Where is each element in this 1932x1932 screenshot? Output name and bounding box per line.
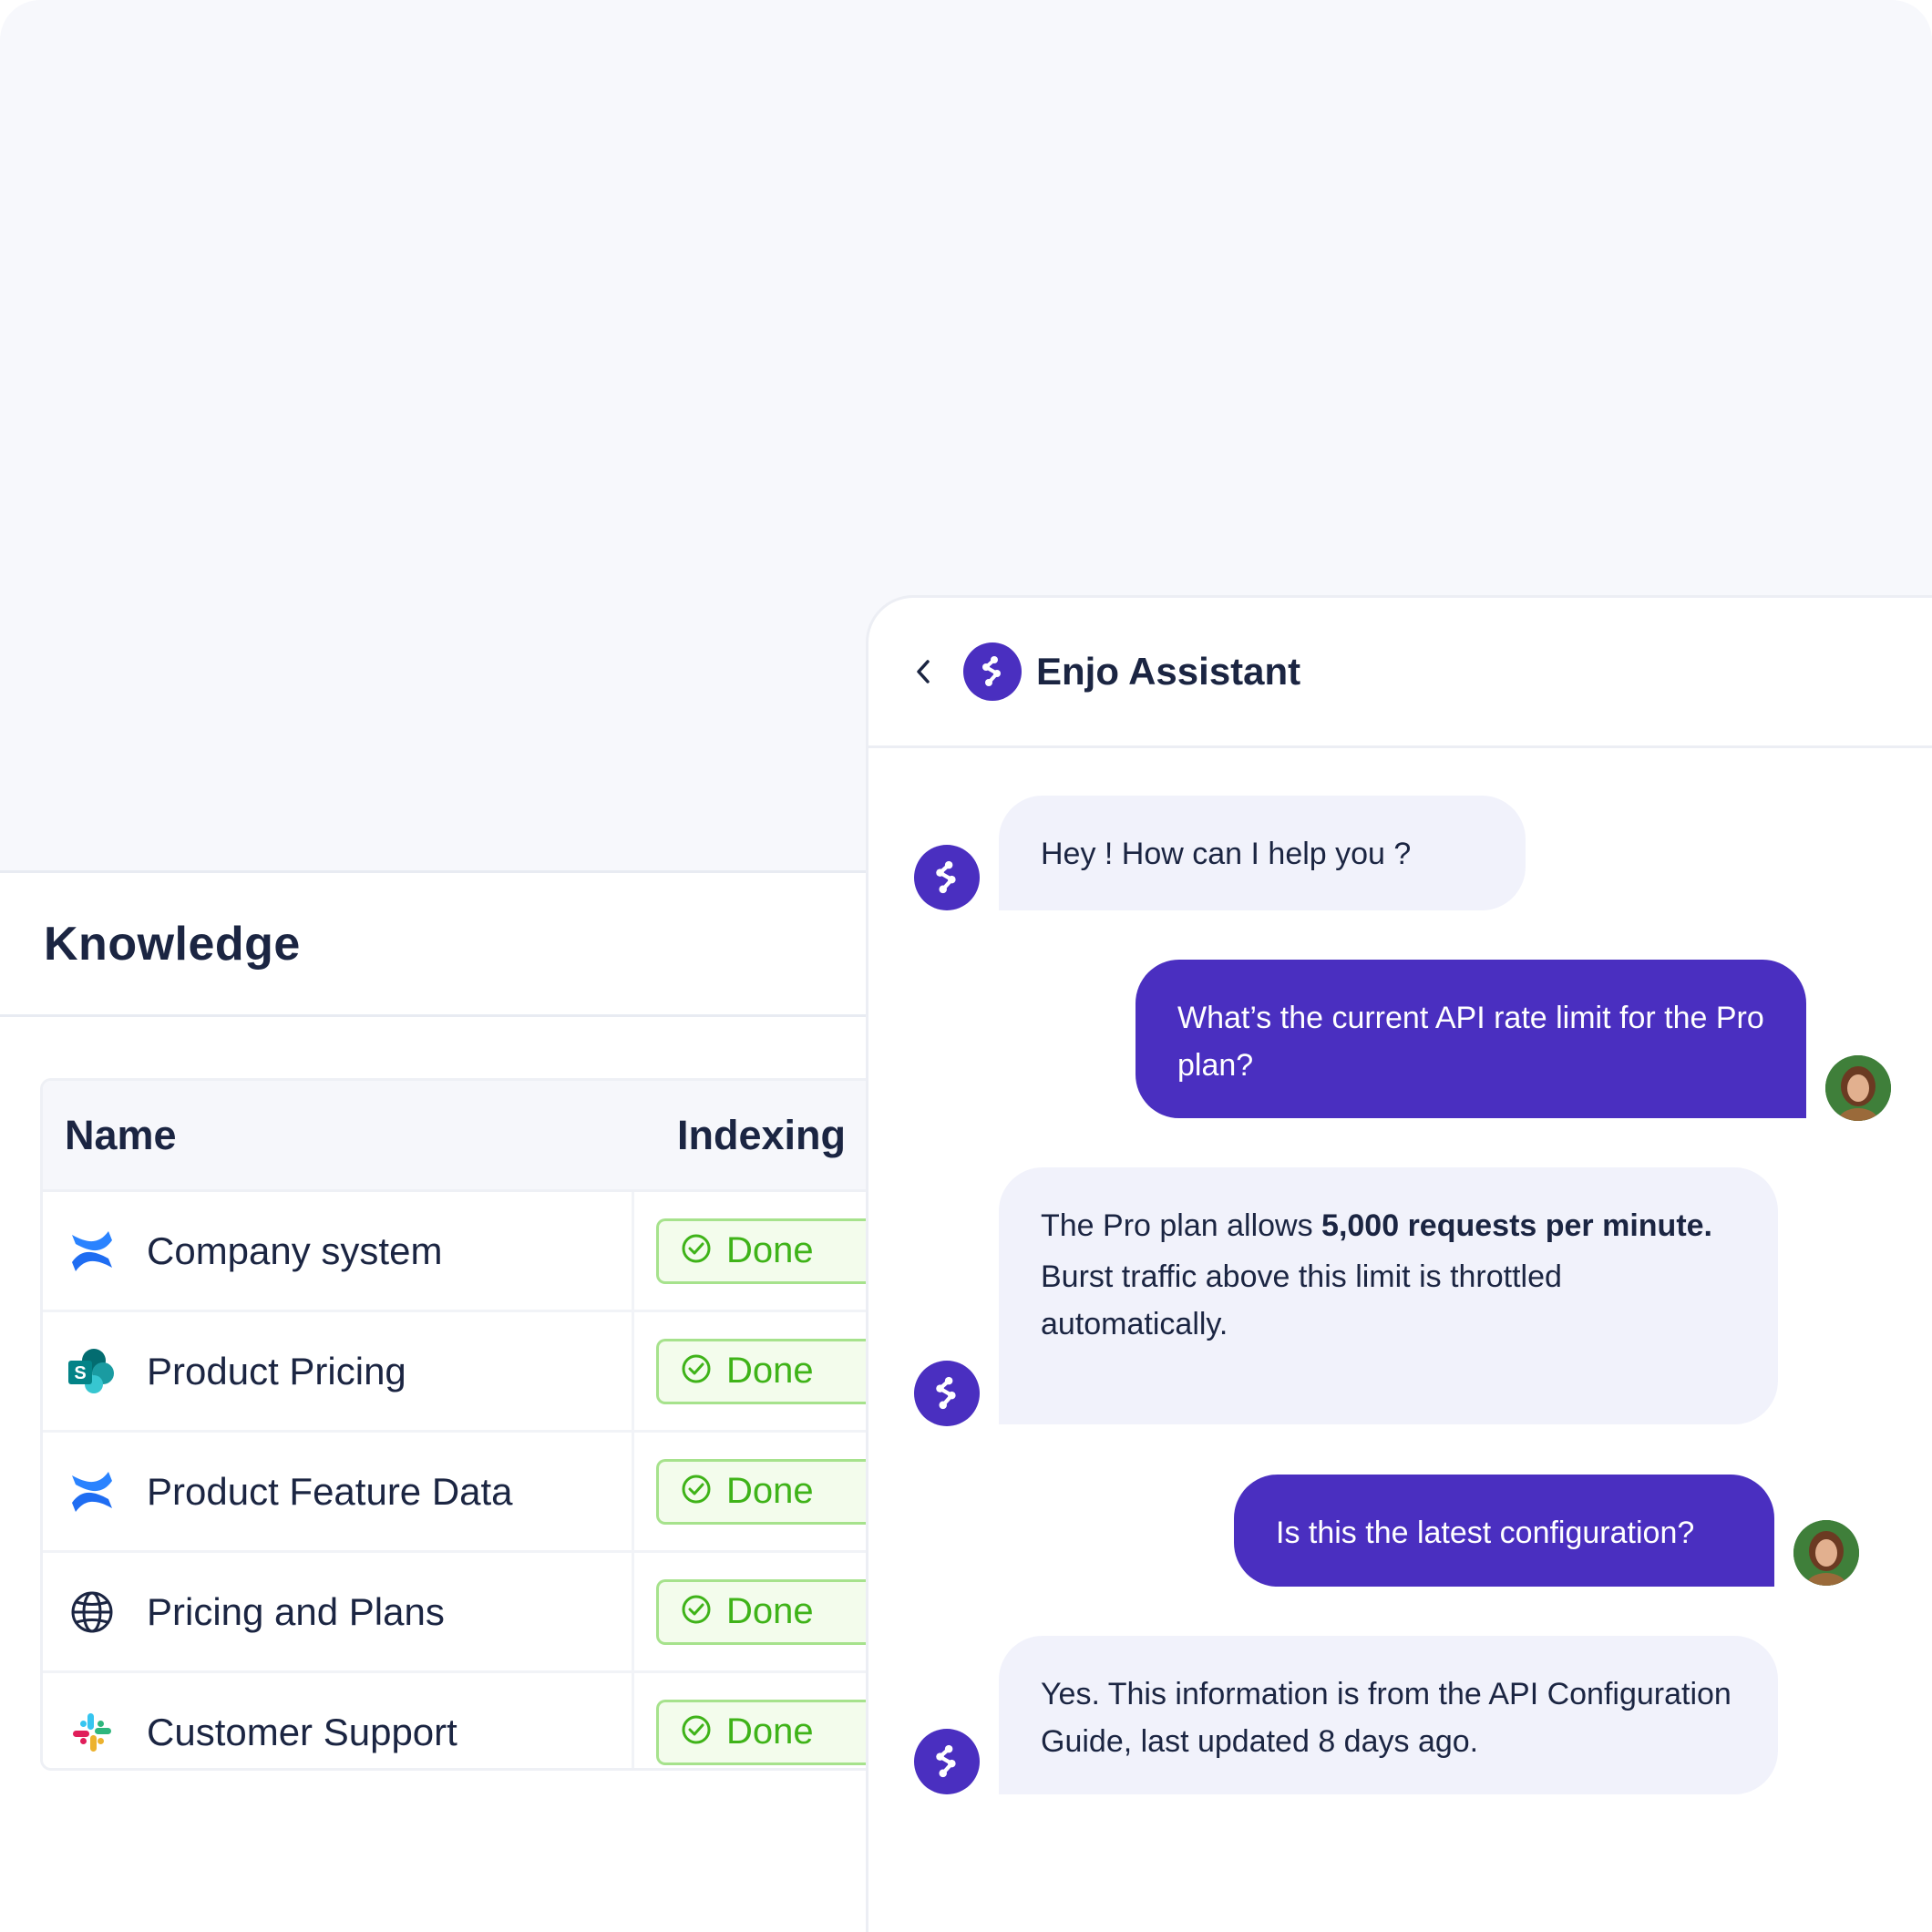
row-name: Product Feature Data	[147, 1469, 513, 1513]
table-header: Name Indexing	[43, 1081, 875, 1192]
name-cell: Company system	[43, 1192, 634, 1310]
bot-avatar	[914, 845, 980, 910]
globe-icon	[67, 1587, 118, 1638]
status-label: Done	[726, 1591, 814, 1631]
status-label: Done	[726, 1711, 814, 1752]
status-cell: Done	[634, 1433, 875, 1550]
knowledge-header: Knowledge	[0, 873, 875, 1017]
name-cell: S Product Pricing	[43, 1312, 634, 1430]
column-header-name[interactable]: Name	[43, 1112, 677, 1159]
canvas: Knowledge Name Indexing Company system D…	[0, 0, 1932, 1932]
chevron-left-icon	[917, 660, 930, 683]
status-cell: Done	[634, 1312, 875, 1430]
row-name: Pricing and Plans	[147, 1589, 445, 1633]
status-cell: Done	[634, 1192, 875, 1310]
status-label: Done	[726, 1230, 814, 1270]
confluence-icon	[67, 1226, 118, 1277]
chat-title: Enjo Assistant	[1036, 650, 1301, 693]
table-row[interactable]: Company system Done	[43, 1192, 875, 1312]
knowledge-table: Name Indexing Company system Done S Prod…	[40, 1078, 875, 1771]
table-row[interactable]: Customer Support Done	[43, 1673, 875, 1768]
check-circle-icon	[681, 1233, 712, 1269]
table-row[interactable]: Pricing and Plans Done	[43, 1553, 875, 1673]
status-badge: Done	[656, 1458, 875, 1525]
status-badge: Done	[656, 1218, 875, 1284]
bot-avatar	[914, 1361, 980, 1426]
confluence-icon	[67, 1466, 118, 1517]
slack-icon	[67, 1707, 118, 1758]
back-button[interactable]	[905, 653, 941, 690]
sharepoint-icon: S	[67, 1346, 118, 1397]
check-circle-icon	[681, 1594, 712, 1629]
message-text: What’s the current API rate limit for th…	[1177, 1001, 1764, 1083]
name-cell: Pricing and Plans	[43, 1553, 634, 1670]
status-badge: Done	[656, 1578, 875, 1645]
chat-header: Enjo Assistant	[868, 598, 1932, 748]
status-label: Done	[726, 1471, 814, 1511]
table-row[interactable]: Product Feature Data Done	[43, 1433, 875, 1553]
bot-avatar	[914, 1729, 980, 1794]
message-text: Burst traffic above this limit is thrott…	[1041, 1259, 1562, 1341]
message-text: Is this the latest configuration?	[1276, 1516, 1695, 1550]
name-cell: Customer Support	[43, 1673, 634, 1768]
row-name: Company system	[147, 1228, 443, 1272]
status-badge: Done	[656, 1338, 875, 1404]
status-cell: Done	[634, 1673, 875, 1768]
bot-message: Hey ! How can I help you ?	[999, 796, 1526, 910]
row-name: Product Pricing	[147, 1349, 406, 1392]
user-avatar	[1793, 1520, 1859, 1586]
bot-message: Yes. This information is from the API Co…	[999, 1636, 1778, 1794]
user-message: Is this the latest configuration?	[1234, 1475, 1774, 1587]
status-label: Done	[726, 1351, 814, 1391]
check-circle-icon	[681, 1474, 712, 1509]
enjo-logo-icon	[963, 642, 1022, 701]
name-cell: Product Feature Data	[43, 1433, 634, 1550]
knowledge-panel: Knowledge Name Indexing Company system D…	[0, 870, 875, 1932]
table-row[interactable]: S Product Pricing Done	[43, 1312, 875, 1433]
check-circle-icon	[681, 1714, 712, 1750]
chat-panel: Enjo Assistant Hey ! How can I help you …	[866, 595, 1932, 1932]
user-message: What’s the current API rate limit for th…	[1136, 960, 1806, 1118]
user-avatar	[1825, 1055, 1891, 1121]
check-circle-icon	[681, 1353, 712, 1389]
bot-message: The Pro plan allows 5,000 requests per m…	[999, 1167, 1778, 1424]
svg-text:S: S	[74, 1363, 86, 1383]
message-text: Hey ! How can I help you ?	[1041, 837, 1412, 871]
message-text: Yes. This information is from the API Co…	[1041, 1677, 1732, 1759]
status-badge: Done	[656, 1699, 875, 1765]
row-name: Customer Support	[147, 1710, 457, 1753]
column-header-indexing[interactable]: Indexing	[677, 1112, 846, 1159]
status-cell: Done	[634, 1553, 875, 1670]
page-title: Knowledge	[44, 917, 301, 971]
message-text: The Pro plan allows 5,000 requests per m…	[1041, 1208, 1712, 1243]
